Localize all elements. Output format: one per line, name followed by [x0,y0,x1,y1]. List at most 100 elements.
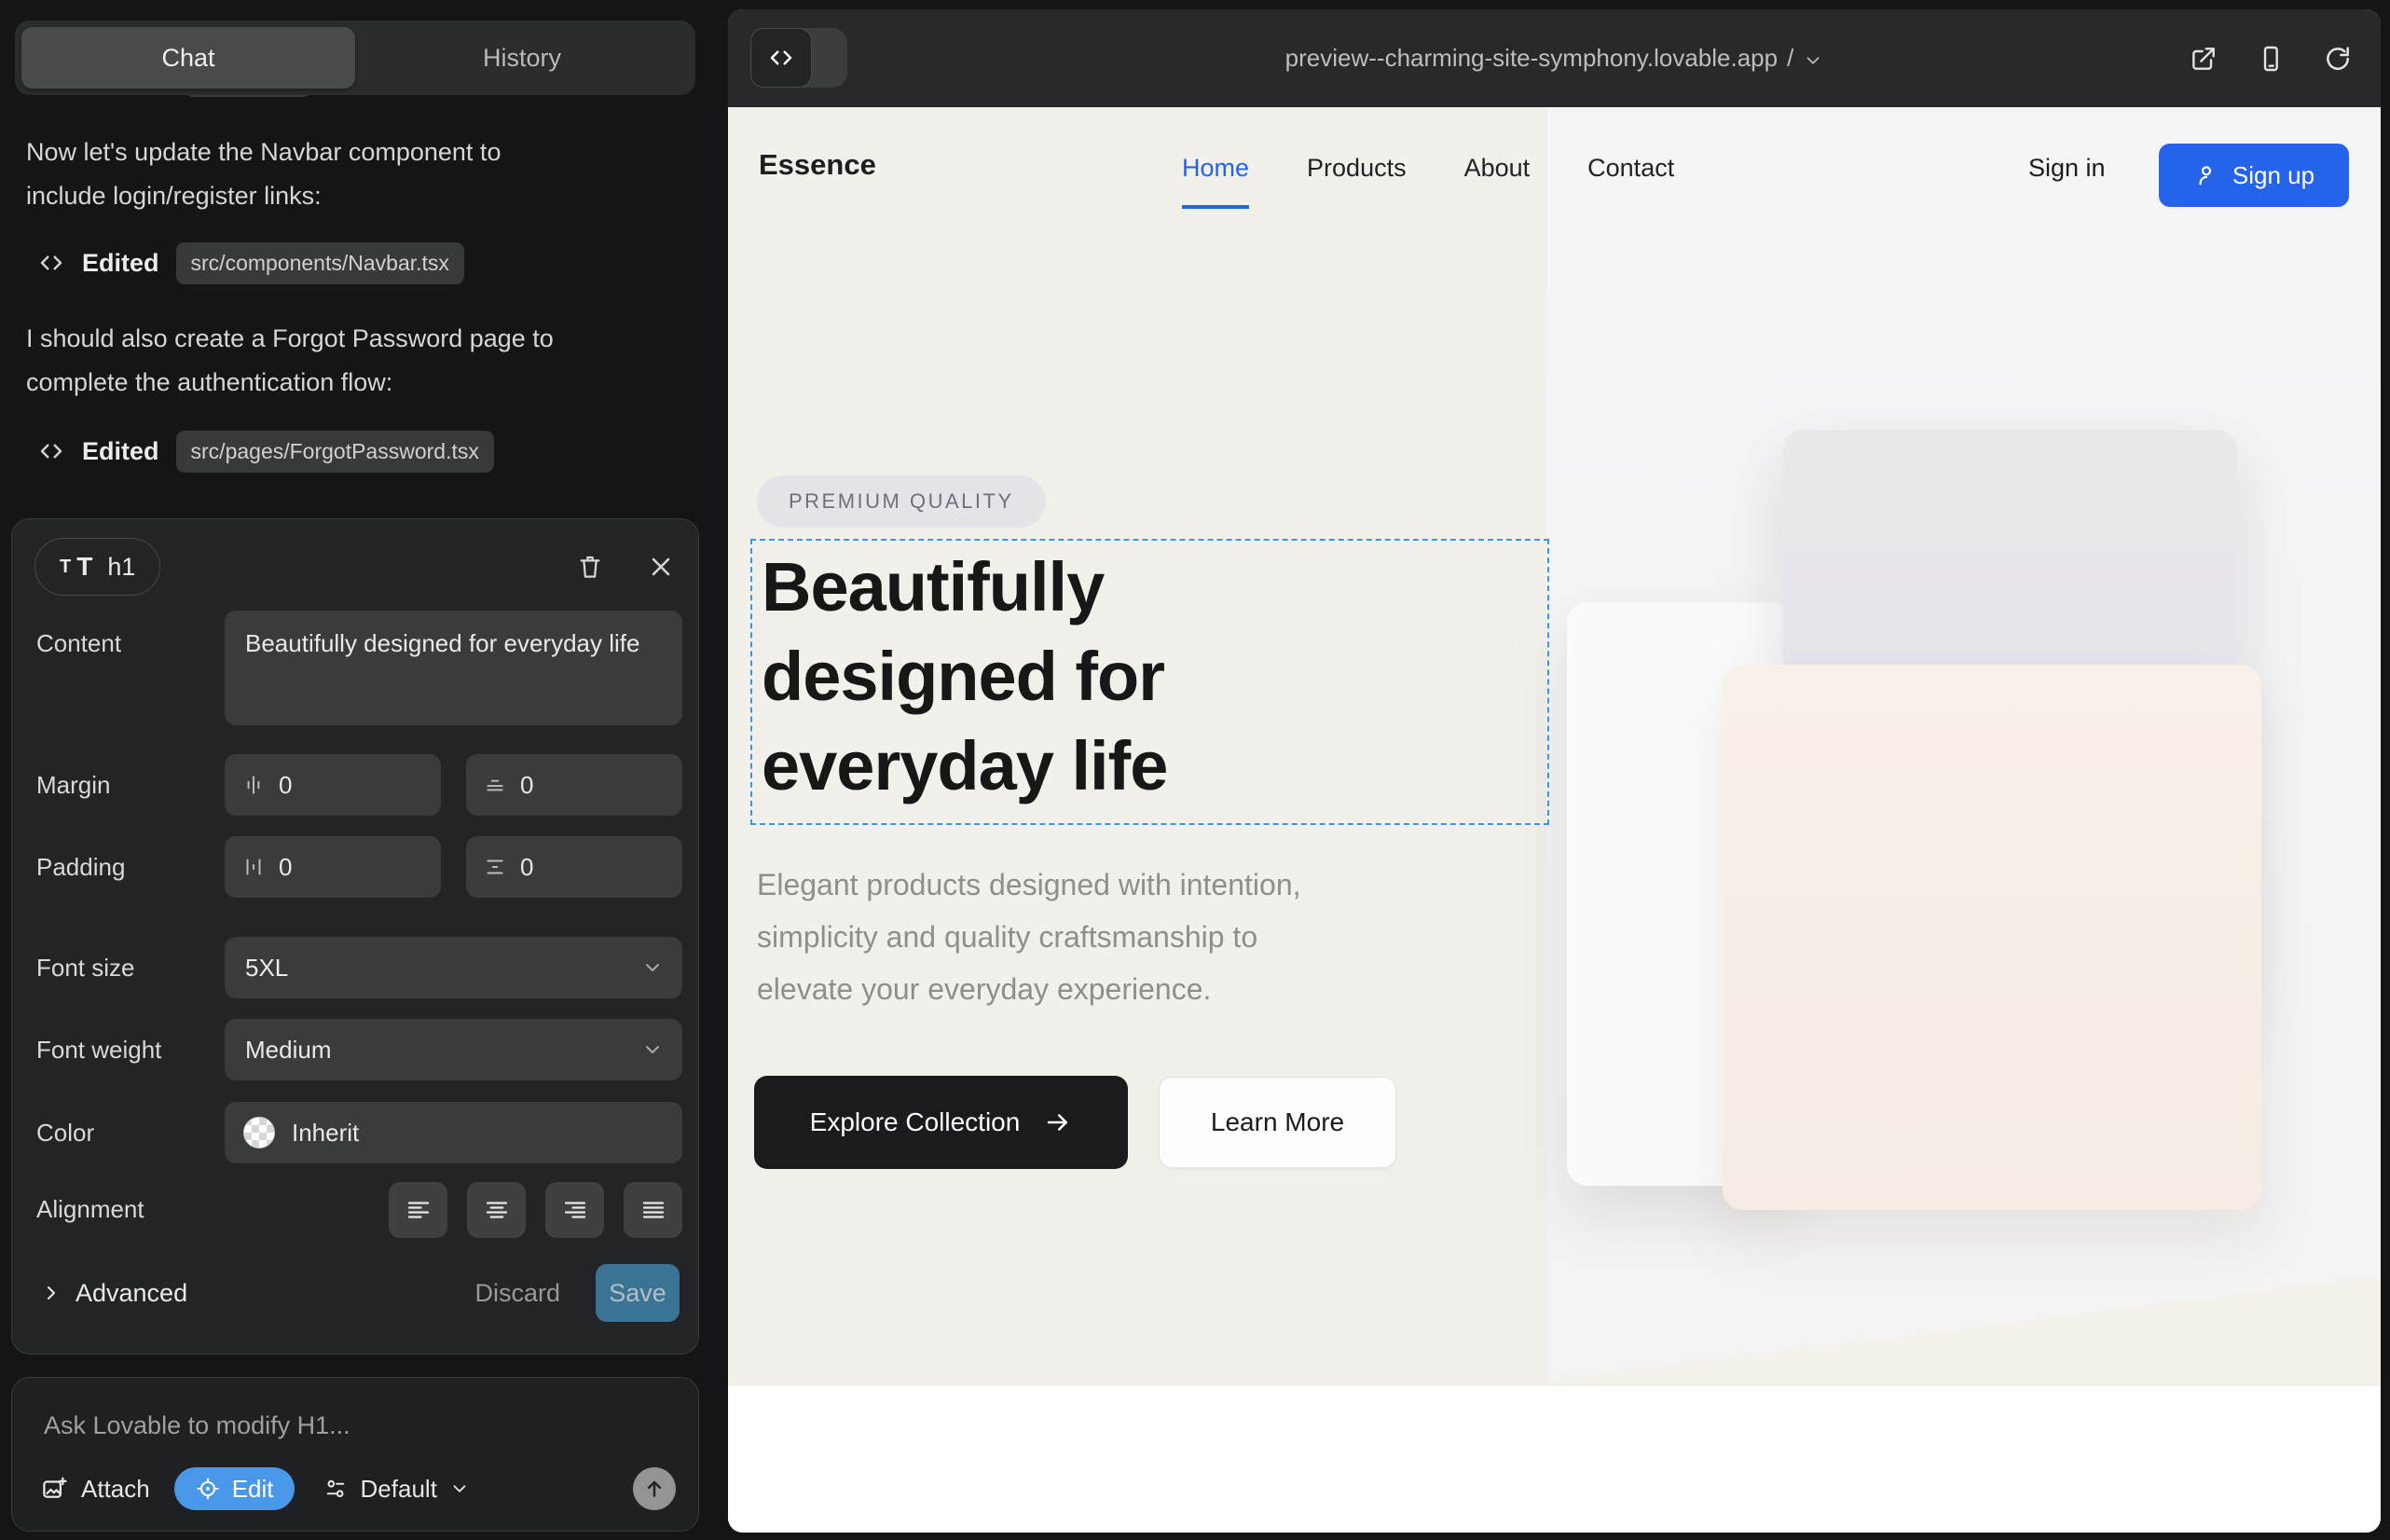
margin-label: Margin [36,754,225,816]
font-weight-value: Medium [245,1036,331,1065]
chevron-right-icon [40,1282,62,1304]
font-weight-select[interactable]: Medium [225,1019,682,1080]
trash-icon[interactable] [575,552,605,582]
chevron-down-icon [641,1038,664,1061]
padding-label: Padding [36,836,225,898]
send-button[interactable] [633,1467,676,1510]
vertical-spacing-icon [483,773,507,797]
arrow-up-icon [642,1477,666,1501]
code-icon [37,249,65,277]
mode-label: Default [361,1475,437,1504]
nav-link-contact[interactable]: Contact [1587,154,1674,183]
nav-link-about[interactable]: About [1464,154,1531,183]
font-weight-label: Font weight [36,1019,225,1080]
padding-h-value: 0 [279,853,292,882]
prompt-box[interactable]: Ask Lovable to modify H1... Attach Edit [11,1377,699,1532]
arrow-right-icon [1044,1108,1072,1136]
margin-vertical-input[interactable]: 0 [466,754,682,816]
color-select[interactable]: Inherit [225,1102,682,1163]
mode-select[interactable]: Default [323,1475,470,1504]
selected-element-tag[interactable]: TT h1 [34,538,160,596]
content-label: Content [36,611,225,725]
external-link-icon [2189,44,2218,74]
attach-button[interactable]: Attach [40,1475,150,1504]
message-line: I should also create a Forgot Password p… [26,324,554,352]
edited-file-row: Edited src/pages/ForgotPassword.tsx [37,429,494,474]
heading-line: Beautifully [762,543,1167,632]
alignment-label: Alignment [36,1182,225,1238]
nav-link-home[interactable]: Home [1182,154,1249,183]
heading-line: everyday life [762,722,1167,811]
edited-label: Edited [82,437,159,466]
premium-quality-badge: PREMIUM QUALITY [757,475,1046,528]
target-icon [195,1476,221,1502]
code-preview-toggle[interactable] [750,28,847,88]
vertical-padding-icon [483,855,507,879]
type-icon: T [76,552,92,582]
tab-history[interactable]: History [355,27,689,89]
tag-name: h1 [107,553,135,582]
edit-mode-button[interactable]: Edit [174,1467,295,1510]
learn-more-button[interactable]: Learn More [1159,1077,1396,1168]
chevron-down-icon [449,1478,470,1499]
content-input[interactable]: Beautifully designed for everyday life [225,611,682,725]
save-button[interactable]: Save [596,1264,680,1322]
font-size-select[interactable]: 5XL [225,937,682,998]
chat-message: I should also create a Forgot Password p… [26,317,688,405]
explore-collection-label: Explore Collection [810,1107,1021,1137]
sign-up-button[interactable]: Sign up [2159,144,2349,207]
selection-outline[interactable]: Beautifully designed for everyday life [750,539,1549,825]
color-swatch [243,1117,275,1148]
mobile-view-button[interactable] [2256,44,2286,74]
url-bar[interactable]: preview--charming-site-symphony.lovable.… [728,44,2381,73]
chat-sidebar: Chat History Now let's update the Navbar… [0,0,727,1540]
site-page: Essence Home Products About Contact Sign… [728,107,2381,1533]
align-center-icon [483,1196,511,1224]
sliders-icon [323,1476,349,1502]
file-chip[interactable]: src/pages/ForgotPassword.tsx [176,431,494,473]
file-chip[interactable]: src/components/Navbar.tsx [176,242,464,284]
tab-chat[interactable]: Chat [21,27,355,89]
refresh-icon [2323,44,2353,74]
align-center-button[interactable] [467,1182,526,1238]
sidebar-tabbar: Chat History [15,21,695,95]
site-logo[interactable]: Essence [759,148,876,182]
refresh-button[interactable] [2323,44,2353,74]
open-external-button[interactable] [2189,44,2218,74]
align-right-button[interactable] [545,1182,604,1238]
message-line: Now let's update the Navbar component to [26,138,501,166]
sign-up-label: Sign up [2232,161,2314,190]
type-icon: T [60,557,71,578]
hero-heading[interactable]: Beautifully designed for everyday life [762,543,1167,811]
element-editor-panel: TT h1 Content Beautifully designed for e… [11,518,699,1354]
code-toggle-icon [750,28,812,88]
font-size-value: 5XL [245,954,288,983]
padding-horizontal-input[interactable]: 0 [225,836,441,898]
chevron-down-icon [1803,50,1823,71]
align-justify-icon [639,1196,667,1224]
margin-horizontal-input[interactable]: 0 [225,754,441,816]
align-justify-button[interactable] [624,1182,682,1238]
horizontal-spacing-icon [241,773,266,797]
close-icon[interactable] [646,552,676,582]
advanced-toggle[interactable]: Advanced [40,1279,187,1308]
image-plus-icon [40,1475,68,1503]
align-right-icon [561,1196,589,1224]
nav-link-products[interactable]: Products [1307,154,1407,183]
discard-button[interactable]: Discard [474,1279,560,1308]
padding-vertical-input[interactable]: 0 [466,836,682,898]
message-line: include login/register links: [26,182,322,210]
chat-message: Now let's update the Navbar component to… [26,131,688,218]
advanced-label: Advanced [76,1279,187,1308]
color-value: Inherit [292,1119,359,1148]
edited-file-row: Edited src/components/Navbar.tsx [37,241,464,285]
lovable-app: Chat History Now let's update the Navbar… [0,0,2390,1540]
explore-collection-button[interactable]: Explore Collection [754,1076,1128,1169]
align-left-button[interactable] [389,1182,447,1238]
next-section-band [728,1386,2381,1533]
align-left-icon [405,1196,433,1224]
attach-label: Attach [81,1475,150,1504]
hero-card-cream [1723,665,2261,1210]
chevron-down-icon [641,956,664,979]
sign-in-link[interactable]: Sign in [2028,154,2106,183]
